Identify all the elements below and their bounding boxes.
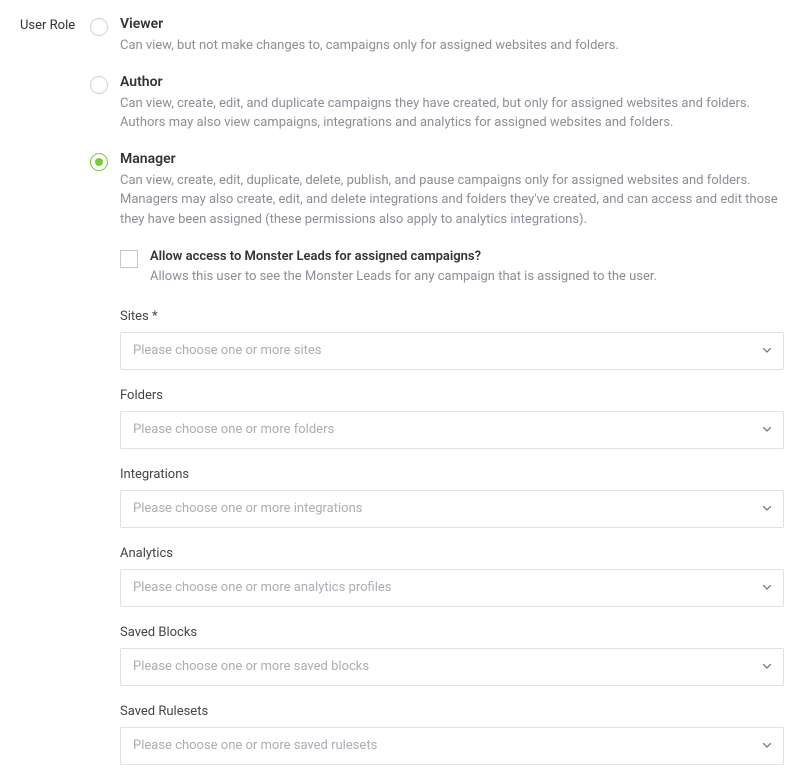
- select-folders[interactable]: Please choose one or more folders: [120, 411, 784, 449]
- select-analytics-placeholder: Please choose one or more analytics prof…: [133, 580, 392, 595]
- role-title-viewer: Viewer: [120, 16, 784, 32]
- select-integrations-placeholder: Please choose one or more integrations: [133, 501, 362, 516]
- radio-button-viewer[interactable]: [90, 18, 108, 36]
- user-role-section: User Role Viewer Can view, but not make …: [20, 16, 784, 765]
- role-content-author: Author Can view, create, edit, and dupli…: [120, 74, 784, 133]
- field-saved-blocks: Saved Blocks Please choose one or more s…: [120, 625, 784, 686]
- chevron-down-icon: [763, 505, 771, 513]
- field-label-sites: Sites *: [120, 309, 784, 324]
- select-saved-blocks[interactable]: Please choose one or more saved blocks: [120, 648, 784, 686]
- role-option-manager[interactable]: Manager Can view, create, edit, duplicat…: [90, 151, 784, 230]
- role-title-author: Author: [120, 74, 784, 90]
- field-integrations: Integrations Please choose one or more i…: [120, 467, 784, 528]
- role-option-viewer[interactable]: Viewer Can view, but not make changes to…: [90, 16, 784, 56]
- chevron-down-icon: [763, 742, 771, 750]
- chevron-down-icon: [763, 426, 771, 434]
- monster-leads-title: Allow access to Monster Leads for assign…: [150, 249, 784, 264]
- field-label-saved-blocks: Saved Blocks: [120, 625, 784, 640]
- role-option-author[interactable]: Author Can view, create, edit, and dupli…: [90, 74, 784, 133]
- role-content-manager: Manager Can view, create, edit, duplicat…: [120, 151, 784, 230]
- chevron-down-icon: [763, 347, 771, 355]
- monster-leads-option[interactable]: Allow access to Monster Leads for assign…: [120, 249, 784, 287]
- radio-button-manager[interactable]: [90, 153, 108, 171]
- role-options: Viewer Can view, but not make changes to…: [90, 16, 784, 765]
- monster-leads-desc: Allows this user to see the Monster Lead…: [150, 267, 784, 287]
- chevron-down-icon: [763, 663, 771, 671]
- select-folders-placeholder: Please choose one or more folders: [133, 422, 334, 437]
- field-analytics: Analytics Please choose one or more anal…: [120, 546, 784, 607]
- field-sites: Sites * Please choose one or more sites: [120, 309, 784, 370]
- select-integrations[interactable]: Please choose one or more integrations: [120, 490, 784, 528]
- role-desc-author: Can view, create, edit, and duplicate ca…: [120, 94, 784, 133]
- role-desc-viewer: Can view, but not make changes to, campa…: [120, 36, 784, 56]
- select-saved-rulesets[interactable]: Please choose one or more saved rulesets: [120, 727, 784, 765]
- select-saved-blocks-placeholder: Please choose one or more saved blocks: [133, 659, 369, 674]
- monster-leads-checkbox[interactable]: [120, 250, 138, 268]
- radio-button-author[interactable]: [90, 76, 108, 94]
- select-sites[interactable]: Please choose one or more sites: [120, 332, 784, 370]
- field-label-analytics: Analytics: [120, 546, 784, 561]
- select-sites-placeholder: Please choose one or more sites: [133, 343, 321, 358]
- field-saved-rulesets: Saved Rulesets Please choose one or more…: [120, 704, 784, 765]
- role-title-manager: Manager: [120, 151, 784, 167]
- field-label-integrations: Integrations: [120, 467, 784, 482]
- manager-nested-section: Allow access to Monster Leads for assign…: [120, 249, 784, 765]
- field-label-folders: Folders: [120, 388, 784, 403]
- field-label-saved-rulesets: Saved Rulesets: [120, 704, 784, 719]
- role-desc-manager: Can view, create, edit, duplicate, delet…: [120, 171, 784, 230]
- chevron-down-icon: [763, 584, 771, 592]
- section-label: User Role: [20, 16, 90, 33]
- role-content-viewer: Viewer Can view, but not make changes to…: [120, 16, 784, 56]
- field-folders: Folders Please choose one or more folder…: [120, 388, 784, 449]
- monster-leads-content: Allow access to Monster Leads for assign…: [150, 249, 784, 287]
- select-analytics[interactable]: Please choose one or more analytics prof…: [120, 569, 784, 607]
- select-saved-rulesets-placeholder: Please choose one or more saved rulesets: [133, 738, 377, 753]
